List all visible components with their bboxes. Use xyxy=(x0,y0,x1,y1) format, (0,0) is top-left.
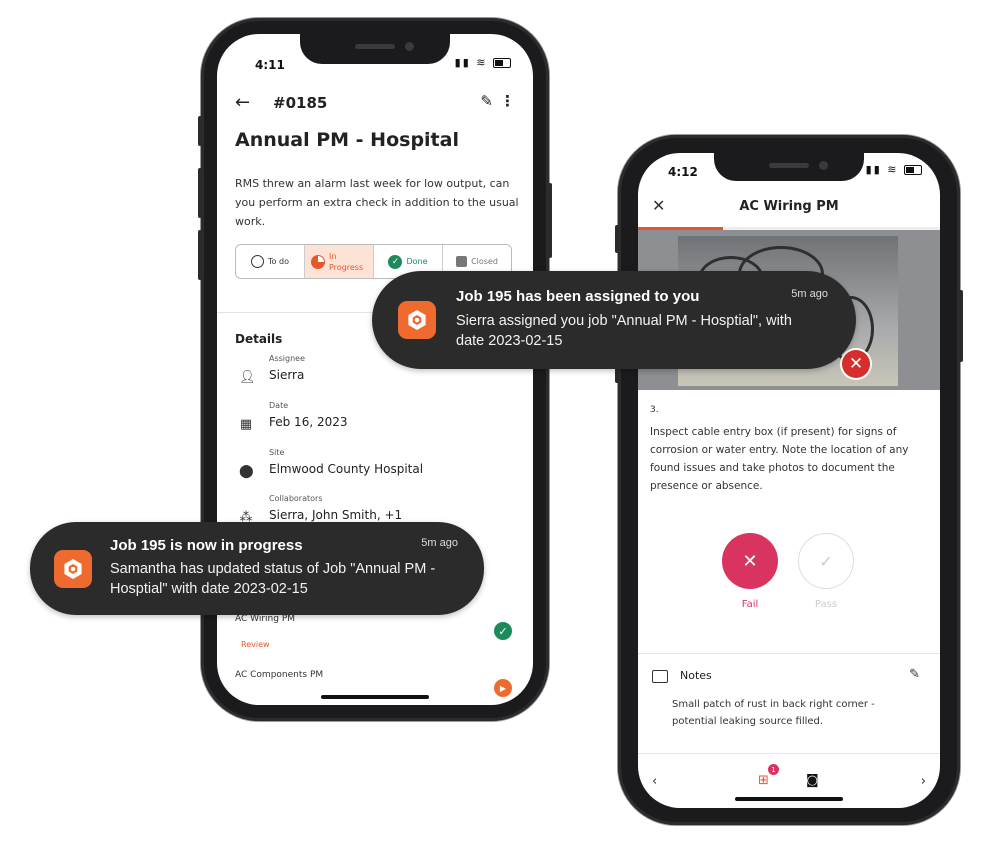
fail-label: Fail xyxy=(741,599,759,610)
status-todo[interactable]: To do xyxy=(236,245,305,278)
battery-icon xyxy=(493,58,511,68)
job-header-bar: ← #0185 ✎ ⋮ xyxy=(235,92,515,116)
checklist-footer-nav: ‹ ⊞ 1 ◙ › xyxy=(638,761,940,801)
notification-title: Job 195 has been assigned to you xyxy=(456,288,700,305)
check-circle-icon: ✓ xyxy=(388,254,403,269)
notification-body: Sierra assigned you job "Annual PM - Hos… xyxy=(456,313,792,349)
job-description: RMS threw an alarm last week for low out… xyxy=(235,177,519,228)
side-button xyxy=(548,183,552,258)
detail-value: Feb 16, 2023 xyxy=(269,415,348,429)
status-time: 4:12 xyxy=(668,165,698,179)
job-title: Annual PM - Hospital xyxy=(235,129,459,151)
status-todo-label: To do xyxy=(268,257,289,266)
detail-site[interactable]: ⬤ Site Elmwood County Hospital xyxy=(235,448,505,488)
side-button xyxy=(959,290,963,362)
notes-icon xyxy=(652,670,668,683)
notification-job-in-progress[interactable]: Job 195 is now in progress 5m ago Samant… xyxy=(30,522,484,615)
phone-right-screen: 4:12 ▮▮ ≋ ✕ AC Wiring PM ✕ 3. Inspect ca… xyxy=(638,153,940,808)
pass-label: Pass xyxy=(814,599,838,610)
detail-value: Sierra xyxy=(269,368,305,382)
notification-job-assigned[interactable]: Job 195 has been assigned to you 5m ago … xyxy=(372,271,856,369)
details-heading: Details xyxy=(235,332,283,346)
battery-icon xyxy=(904,165,922,175)
speaker xyxy=(355,44,395,49)
app-logo-icon xyxy=(54,550,92,588)
status-done-label: Done xyxy=(406,257,428,266)
detail-value: Elmwood County Hospital xyxy=(269,462,424,476)
archive-box-icon xyxy=(456,256,468,267)
front-camera xyxy=(819,161,828,170)
wifi-icon: ≋ xyxy=(887,163,899,176)
notification-title: Job 195 is now in progress xyxy=(110,537,303,554)
side-button xyxy=(198,168,202,218)
home-indicator xyxy=(321,695,429,699)
step-number: 3. xyxy=(650,405,659,415)
edit-notes-icon[interactable]: ✎ xyxy=(909,667,920,682)
notification-time: 5m ago xyxy=(791,288,828,300)
step-instruction: Inspect cable entry box (if present) for… xyxy=(650,426,909,492)
checklist-play-icon[interactable]: ▶ xyxy=(494,679,512,697)
checklist-item-ac-wiring[interactable]: AC Wiring PM xyxy=(235,614,295,624)
detail-date[interactable]: ▦ Date Feb 16, 2023 xyxy=(235,401,505,441)
empty-circle-icon xyxy=(251,255,265,268)
status-in-progress[interactable]: In Progress xyxy=(305,245,374,278)
notification-time: 5m ago xyxy=(421,537,458,549)
side-button xyxy=(198,116,202,146)
checklist-badge: 1 xyxy=(768,764,779,775)
side-button xyxy=(198,230,202,280)
signal-icon: ▮▮ xyxy=(865,163,882,176)
pass-button[interactable]: ✓ xyxy=(798,533,854,589)
back-arrow-icon[interactable]: ← xyxy=(235,92,250,113)
detail-label: Site xyxy=(269,448,285,457)
divider xyxy=(638,753,940,754)
front-camera xyxy=(405,42,414,51)
side-button xyxy=(615,225,619,253)
previous-step-icon[interactable]: ‹ xyxy=(652,774,657,789)
notch xyxy=(300,34,450,64)
next-step-icon[interactable]: › xyxy=(921,774,926,789)
checklist-status-review: Review xyxy=(241,640,270,649)
remove-photo-icon[interactable]: ✕ xyxy=(842,350,870,378)
checklist-complete-icon: ✓ xyxy=(494,622,512,640)
progress-pie-icon xyxy=(311,254,325,269)
detail-label: Collaborators xyxy=(269,494,323,503)
status-icons: ▮▮ ≋ xyxy=(866,163,922,176)
app-logo-icon xyxy=(398,301,436,339)
location-pin-icon: ⬤ xyxy=(239,464,254,479)
status-closed-label: Closed xyxy=(471,257,498,266)
checklist-icon[interactable]: ⊞ xyxy=(758,773,769,788)
speaker xyxy=(769,163,809,168)
edit-pencil-icon[interactable]: ✎ xyxy=(480,92,493,110)
fail-button[interactable]: ✕ xyxy=(722,533,778,589)
status-time: 4:11 xyxy=(255,58,285,72)
camera-icon[interactable]: ◙ xyxy=(806,773,819,788)
phone-right: 4:12 ▮▮ ≋ ✕ AC Wiring PM ✕ 3. Inspect ca… xyxy=(615,135,963,825)
person-icon: 👤︎ xyxy=(239,370,256,385)
signal-icon: ▮▮ xyxy=(454,56,471,69)
checklist-item-ac-components[interactable]: AC Components PM xyxy=(235,670,323,680)
notes-label: Notes xyxy=(680,669,712,682)
detail-label: Date xyxy=(269,401,289,410)
more-options-icon[interactable]: ⋮ xyxy=(500,92,515,110)
calendar-icon: ▦ xyxy=(239,417,253,432)
status-in-progress-label: In Progress xyxy=(329,251,364,272)
notification-body: Samantha has updated status of Job "Annu… xyxy=(110,561,436,597)
checklist-title: AC Wiring PM xyxy=(739,199,839,214)
status-icons: ▮▮ ≋ xyxy=(455,56,511,69)
notch xyxy=(714,153,864,181)
wifi-icon: ≋ xyxy=(476,56,488,69)
home-indicator xyxy=(735,797,843,801)
detail-label: Assignee xyxy=(269,354,306,363)
notes-text: Small patch of rust in back right corner… xyxy=(672,699,875,727)
job-number: #0185 xyxy=(273,94,328,112)
detail-value: Sierra, John Smith, +1 xyxy=(269,508,403,522)
divider xyxy=(638,653,940,654)
phone-left: 4:11 ▮▮ ≋ ← #0185 ✎ ⋮ Annual PM - Hospit… xyxy=(198,18,552,721)
